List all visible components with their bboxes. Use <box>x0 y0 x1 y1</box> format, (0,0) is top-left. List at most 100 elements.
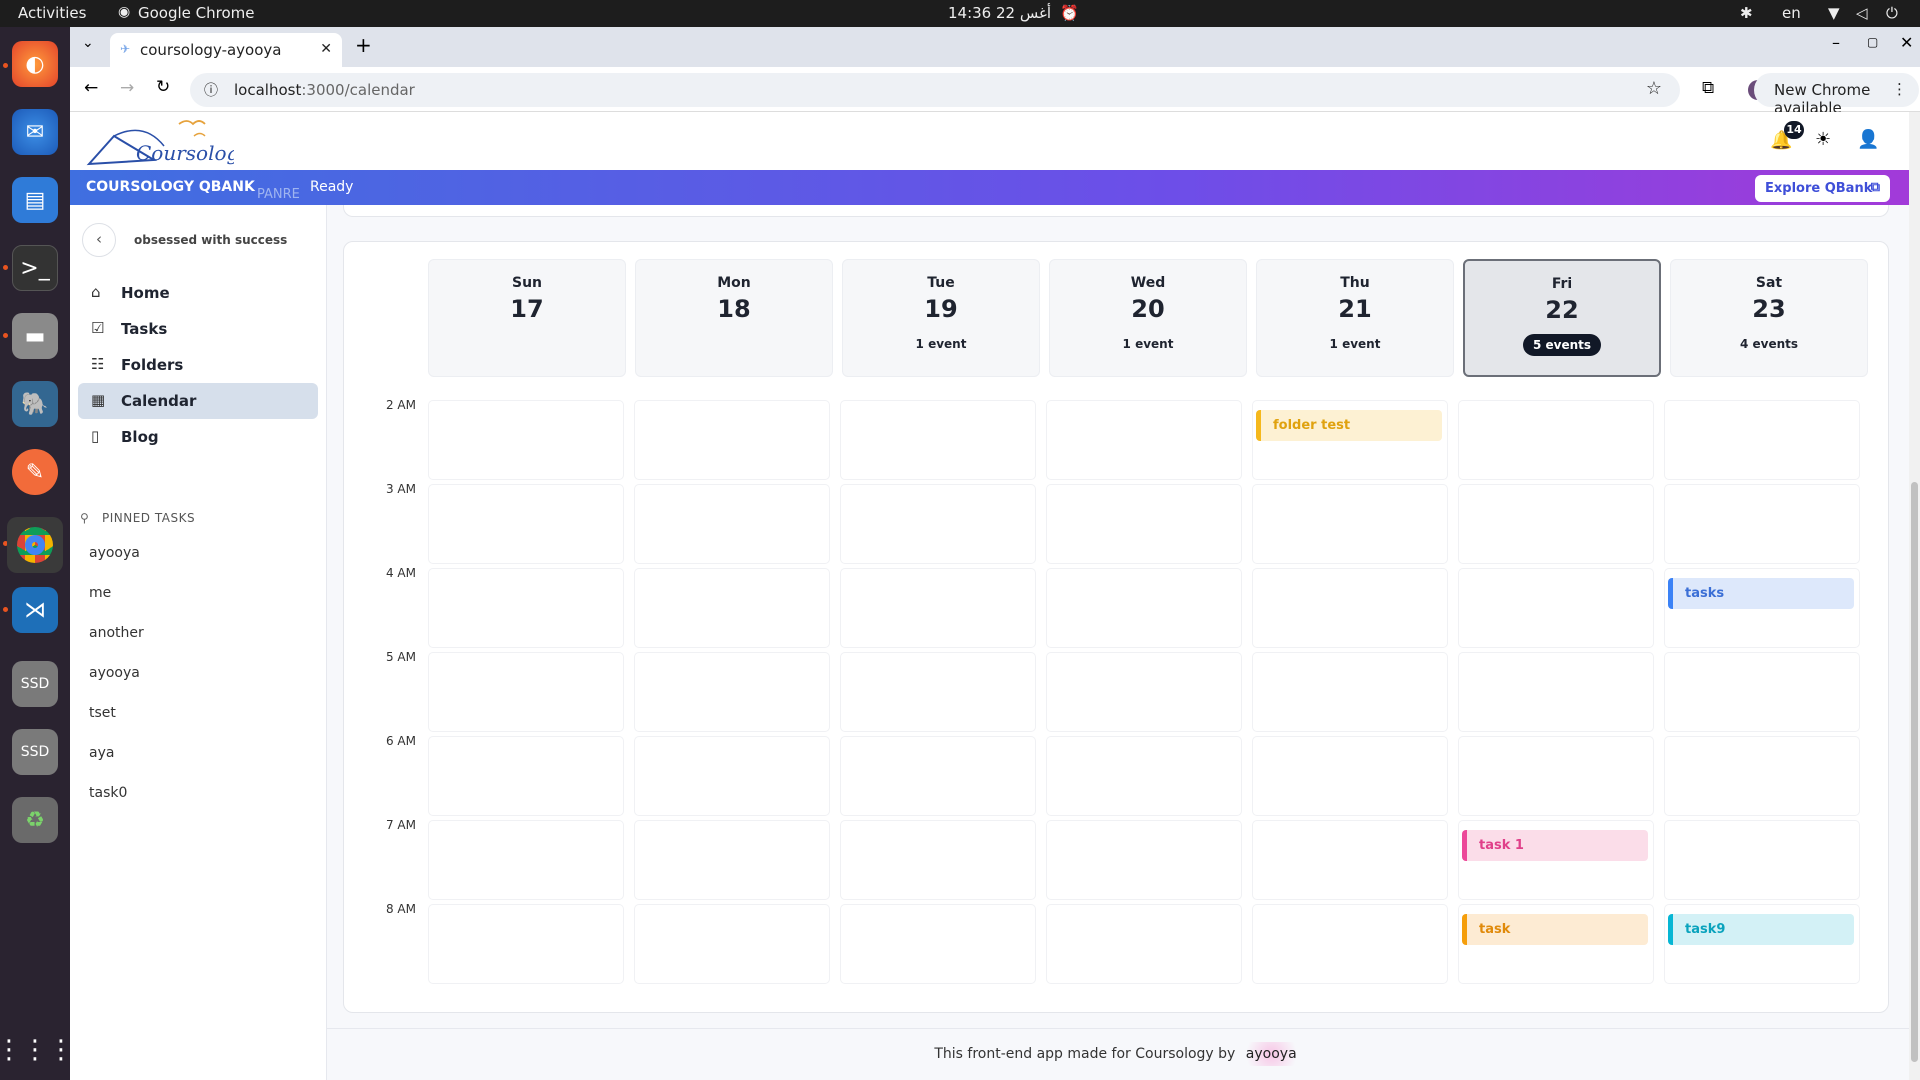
time-slot[interactable] <box>1458 736 1654 816</box>
user-account-icon[interactable]: 👤 <box>1857 129 1879 150</box>
day-header-thu[interactable]: Thu 21 1 event <box>1256 259 1454 377</box>
calendar-event[interactable]: task <box>1462 914 1648 945</box>
time-slot[interactable] <box>1252 820 1448 900</box>
browser-tab[interactable]: ✈ coursology-ayooya ✕ <box>110 33 342 67</box>
page-scrollbar[interactable] <box>1909 112 1920 1080</box>
scrollbar-thumb[interactable] <box>1911 482 1918 1062</box>
time-slot[interactable] <box>840 820 1036 900</box>
back-icon[interactable]: ← <box>84 78 98 98</box>
time-slot[interactable] <box>1046 484 1242 564</box>
postman-icon[interactable]: ✎ <box>12 449 58 495</box>
explore-qbank-button[interactable]: Explore QBank ⧉ <box>1755 175 1890 202</box>
theme-toggle-sun-icon[interactable]: ☀ <box>1815 129 1831 150</box>
pinned-task[interactable]: ayooya <box>89 545 140 561</box>
time-slot[interactable] <box>634 904 830 984</box>
site-info-icon[interactable]: ⓘ <box>204 80 218 100</box>
day-header-sat[interactable]: Sat 23 4 events <box>1670 259 1868 377</box>
time-slot[interactable] <box>840 652 1036 732</box>
maximize-icon[interactable]: ▢ <box>1867 35 1878 49</box>
coursology-logo[interactable]: Coursology <box>84 116 251 168</box>
pgadmin-icon[interactable]: 🐘 <box>12 381 58 427</box>
nav-home[interactable]: ⌂ Home <box>78 275 318 311</box>
pinned-task[interactable]: task0 <box>89 785 127 801</box>
thunderbird-icon[interactable]: ✉ <box>12 109 58 155</box>
time-slot[interactable] <box>428 820 624 900</box>
nav-calendar[interactable]: ▦ Calendar <box>78 383 318 419</box>
pinned-task[interactable]: me <box>89 585 111 601</box>
new-chrome-button[interactable]: New Chrome available ⋮ <box>1754 73 1919 117</box>
time-slot[interactable] <box>634 568 830 648</box>
day-header-sun[interactable]: Sun 17 <box>428 259 626 377</box>
time-slot[interactable] <box>840 484 1036 564</box>
calendar-event[interactable]: tasks <box>1668 578 1854 609</box>
time-slot[interactable] <box>1252 904 1448 984</box>
time-slot[interactable] <box>634 820 830 900</box>
bookmark-star-icon[interactable]: ☆ <box>1646 78 1662 99</box>
time-slot[interactable] <box>428 400 624 480</box>
time-slot[interactable] <box>1458 568 1654 648</box>
forward-icon[interactable]: → <box>120 78 134 98</box>
calendar-event[interactable]: task 1 <box>1462 830 1648 861</box>
new-tab-icon[interactable]: + <box>355 33 372 57</box>
time-slot[interactable] <box>1458 484 1654 564</box>
extensions-icon[interactable]: ⧉ <box>1702 78 1714 98</box>
time-slot[interactable] <box>1046 736 1242 816</box>
time-slot[interactable] <box>1252 568 1448 648</box>
address-bar[interactable]: ⓘ localhost:3000/calendar ☆ <box>190 73 1680 107</box>
nav-folders[interactable]: ☷ Folders <box>78 347 318 383</box>
ssd-drive-icon[interactable]: SSD <box>12 661 58 707</box>
close-window-icon[interactable]: ✕ <box>1900 33 1913 52</box>
calendar-event[interactable]: task9 <box>1668 914 1854 945</box>
trash-icon[interactable]: ♻ <box>12 797 58 843</box>
time-slot[interactable] <box>1046 568 1242 648</box>
time-slot[interactable] <box>634 400 830 480</box>
clock[interactable]: 14:36 أغس 22 <box>948 4 1051 22</box>
time-slot[interactable] <box>634 652 830 732</box>
day-header-fri[interactable]: Fri 22 5 events <box>1463 259 1661 377</box>
day-header-mon[interactable]: Mon 18 <box>635 259 833 377</box>
reload-icon[interactable]: ↻ <box>156 77 170 97</box>
pinned-task[interactable]: tset <box>89 705 116 721</box>
time-slot[interactable] <box>1046 652 1242 732</box>
time-slot[interactable] <box>1664 736 1860 816</box>
language-indicator[interactable]: en <box>1782 4 1801 22</box>
time-slot[interactable] <box>840 568 1036 648</box>
time-slot[interactable] <box>1252 652 1448 732</box>
ssd-drive-icon[interactable]: SSD <box>12 729 58 775</box>
time-slot[interactable] <box>428 904 624 984</box>
time-slot[interactable] <box>1458 652 1654 732</box>
day-header-wed[interactable]: Wed 20 1 event <box>1049 259 1247 377</box>
day-header-tue[interactable]: Tue 19 1 event <box>842 259 1040 377</box>
time-slot[interactable] <box>428 736 624 816</box>
time-slot[interactable] <box>840 400 1036 480</box>
time-slot[interactable] <box>840 904 1036 984</box>
time-slot[interactable] <box>428 652 624 732</box>
collapse-sidebar-button[interactable]: ‹ <box>82 223 116 257</box>
time-slot[interactable] <box>428 484 624 564</box>
minimize-icon[interactable]: – <box>1832 33 1840 52</box>
time-slot[interactable] <box>1046 904 1242 984</box>
footer-author[interactable]: ayooya <box>1239 1042 1303 1066</box>
pinned-task[interactable]: aya <box>89 745 114 761</box>
time-slot[interactable] <box>1252 736 1448 816</box>
time-slot[interactable] <box>1664 652 1860 732</box>
bluetooth-icon[interactable]: ✱ <box>1740 4 1753 22</box>
time-slot[interactable] <box>1664 820 1860 900</box>
writer-icon[interactable]: ▤ <box>12 177 58 223</box>
pinned-task[interactable]: another <box>89 625 144 641</box>
time-slot[interactable] <box>634 484 830 564</box>
time-slot[interactable] <box>428 568 624 648</box>
nav-tasks[interactable]: ☑ Tasks <box>78 311 318 347</box>
chrome-icon[interactable] <box>7 517 63 573</box>
time-slot[interactable] <box>1252 484 1448 564</box>
time-slot[interactable] <box>1664 400 1860 480</box>
time-slot[interactable] <box>634 736 830 816</box>
time-slot[interactable] <box>1458 400 1654 480</box>
vscode-icon[interactable]: ⋊ <box>12 587 58 633</box>
tab-search-icon[interactable]: ⌄ <box>82 35 94 51</box>
show-apps-icon[interactable]: ⋮⋮⋮ <box>0 1027 74 1073</box>
close-tab-icon[interactable]: ✕ <box>320 41 332 57</box>
time-slot[interactable] <box>1046 820 1242 900</box>
terminal-icon[interactable]: >_ <box>12 245 58 291</box>
activities-button[interactable]: Activities <box>18 4 86 22</box>
